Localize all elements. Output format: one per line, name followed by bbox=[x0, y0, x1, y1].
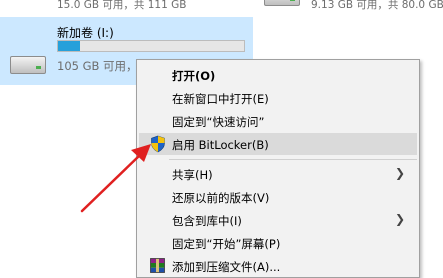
menu-item-include-in-library[interactable]: 包含到库中(I) ❯ bbox=[139, 209, 417, 231]
chevron-right-icon: ❯ bbox=[394, 212, 405, 226]
menu-item-label: 固定到“快速访问” bbox=[172, 115, 265, 129]
menu-item-label: 启用 BitLocker(B) bbox=[172, 138, 269, 152]
menu-separator bbox=[169, 159, 417, 160]
drive-free-space: 15.0 GB 可用，共 111 GB bbox=[57, 0, 187, 11]
drive-usage-fill bbox=[58, 41, 81, 51]
drive-tile-top-right[interactable]: 9.13 GB 可用，共 80.0 GB bbox=[262, 0, 443, 12]
drive-usage-bar bbox=[57, 40, 245, 52]
menu-item-pin-quick-access[interactable]: 固定到“快速访问” bbox=[139, 110, 417, 132]
menu-item-label: 固定到“开始”屏幕(P) bbox=[172, 237, 281, 251]
menu-item-restore-versions[interactable]: 还原以前的版本(V) bbox=[139, 186, 417, 208]
drive-free-space: 9.13 GB 可用，共 80.0 GB bbox=[311, 0, 443, 11]
menu-item-add-to-archive[interactable]: 添加到压缩文件(A)... bbox=[139, 255, 417, 277]
menu-item-label: 还原以前的版本(V) bbox=[172, 191, 270, 205]
menu-item-open[interactable]: 打开(O) bbox=[139, 64, 417, 86]
menu-item-enable-bitlocker[interactable]: 启用 BitLocker(B) bbox=[139, 133, 417, 155]
uac-shield-icon bbox=[151, 135, 165, 153]
drive-tile-top-left[interactable]: 15.0 GB 可用，共 111 GB bbox=[0, 0, 236, 12]
menu-item-open-new-window[interactable]: 在新窗口中打开(E) bbox=[139, 87, 417, 109]
hard-drive-icon bbox=[262, 0, 302, 8]
menu-item-share[interactable]: 共享(H) ❯ bbox=[139, 163, 417, 185]
menu-item-label: 包含到库中(I) bbox=[172, 214, 242, 228]
context-menu: 打开(O) 在新窗口中打开(E) 固定到“快速访问” 启用 BitLocker(… bbox=[136, 59, 420, 278]
menu-item-label: 添加到压缩文件(A)... bbox=[172, 260, 281, 274]
chevron-right-icon: ❯ bbox=[394, 166, 405, 180]
menu-item-label: 共享(H) bbox=[172, 168, 213, 182]
winrar-archive-icon bbox=[150, 258, 165, 273]
menu-item-pin-start[interactable]: 固定到“开始”屏幕(P) bbox=[139, 232, 417, 254]
hard-drive-icon bbox=[8, 54, 48, 76]
drive-name: 新加卷 (I:) bbox=[57, 26, 114, 40]
menu-item-label: 打开(O) bbox=[172, 69, 216, 83]
menu-item-label: 在新窗口中打开(E) bbox=[172, 92, 269, 106]
